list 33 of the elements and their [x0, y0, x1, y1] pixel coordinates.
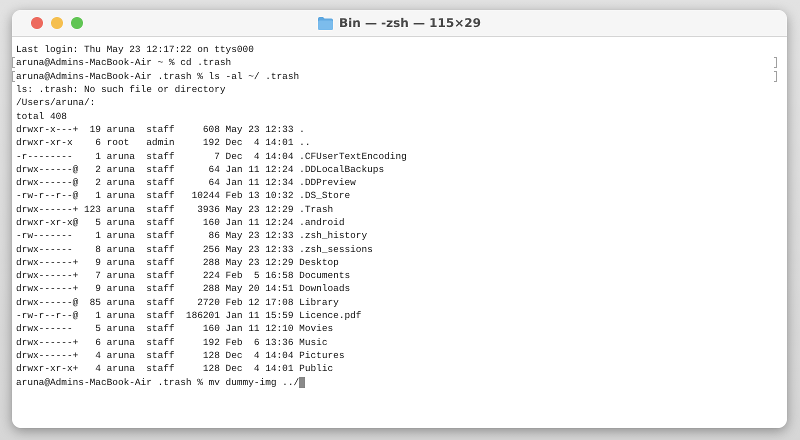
terminal-line: drwx------@ 85 aruna staff 2720 Feb 12 17:08 Library [16, 296, 339, 308]
terminal-line: drwx------+ 7 aruna staff 224 Feb 5 16:58 Documents [16, 270, 350, 282]
terminal-line: drwx------@ 2 aruna staff 64 Jan 11 12:34 .DDPreview [16, 177, 356, 188]
terminal-line: total 408 [16, 110, 67, 122]
terminal-line: aruna@Admins-MacBook-Air .trash % mv dummy-img ../ [16, 376, 300, 388]
terminal-line: aruna@Admins-MacBook-Air .trash % ls -al ~/ .trash [16, 70, 300, 82]
terminal-line: drwx------@ 2 aruna staff 64 Jan 11 12:24 .DDLocalBackups [16, 164, 384, 175]
terminal-line: drwx------+ 4 aruna staff 128 Dec 4 14:04 Pictures [16, 350, 344, 361]
terminal-line: -rw-r--r--@ 1 aruna staff 10244 Feb 13 10:32 .DS_Store [16, 190, 350, 202]
terminal-line: Last login: Thu May 23 12:17:22 on ttys000 [16, 44, 254, 56]
terminal-line: /Users/aruna/: [16, 97, 96, 108]
terminal-line: drwxr-xr-x@ 5 aruna staff 160 Jan 11 12:24 .android [16, 217, 344, 228]
terminal-line: drwx------+ 9 aruna staff 288 May 20 14:51 Downloads [16, 283, 350, 294]
terminal-line: drwx------+ 9 aruna staff 288 May 23 12:29 Desktop [16, 256, 339, 268]
terminal-line: drwx------+ 6 aruna staff 192 Feb 6 13:36 Music [16, 336, 328, 348]
prompt-mark-icon [774, 70, 777, 82]
terminal-line: drwxr-x---+ 19 aruna staff 608 May 23 12:33 . [16, 124, 305, 135]
terminal-line: -rw-r--r--@ 1 aruna staff 186201 Jan 11 15:59 Licence.pdf [16, 310, 362, 322]
terminal-line: drwxr-xr-x 6 root admin 192 Dec 4 14:01 .. [16, 137, 310, 148]
close-button[interactable] [31, 17, 43, 29]
terminal-line: ls: .trash: No such file or directory [16, 84, 226, 96]
zoom-button[interactable] [71, 17, 83, 29]
minimize-button[interactable] [51, 17, 63, 29]
terminal-line: -r-------- 1 aruna staff 7 Dec 4 14:04 .CFUserTextEncoding [16, 150, 407, 162]
prompt-mark-icon [774, 57, 777, 68]
terminal-line: drwxr-xr-x+ 4 aruna staff 128 Dec 4 14:01 Public [16, 363, 334, 374]
window-title: Bin — -zsh — 115×29 [339, 16, 481, 30]
terminal-line: aruna@Admins-MacBook-Air ~ % cd .trash [16, 57, 232, 68]
folder-icon [318, 16, 334, 30]
terminal-line: drwx------+ 123 aruna staff 3936 May 23 12:29 .Trash [16, 204, 334, 215]
terminal-line: drwx------ 5 aruna staff 160 Jan 11 12:10 Movies [16, 323, 334, 334]
terminal-line: -rw------- 1 aruna staff 86 May 23 12:33 .zsh_history [16, 230, 368, 242]
terminal-line: drwx------ 8 aruna staff 256 May 23 12:33 .zsh_sessions [16, 244, 373, 255]
